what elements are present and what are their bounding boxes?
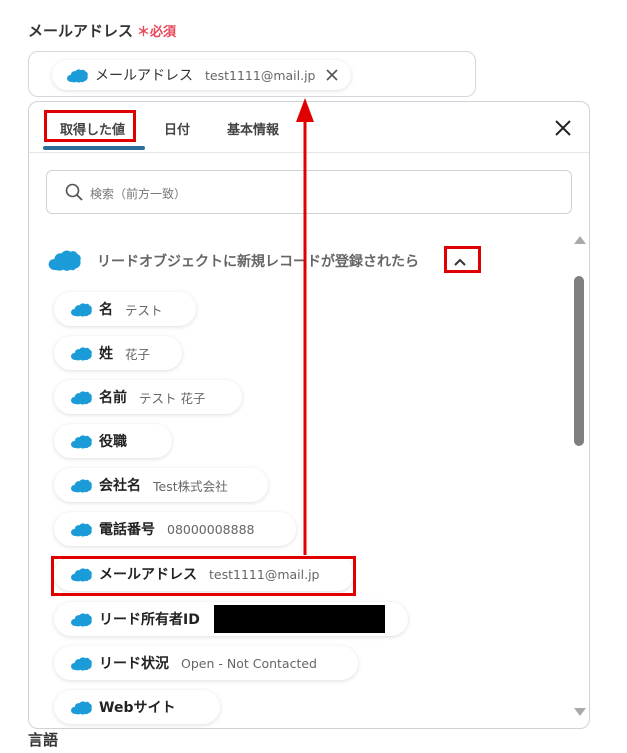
group-header[interactable]: リードオブジェクトに新規レコードが登録されたら <box>47 246 487 276</box>
search-input[interactable]: 検索（前方一致） <box>46 170 572 214</box>
item-key: 姓 <box>99 346 113 362</box>
scrollbar[interactable] <box>570 232 588 720</box>
salesforce-cloud-icon <box>70 612 92 627</box>
chevron-up-icon[interactable] <box>448 254 472 272</box>
item-key: Webサイト <box>99 700 176 716</box>
item-value: 花子 <box>125 346 151 362</box>
search-placeholder: 検索（前方一致） <box>90 187 187 201</box>
item-key: 電話番号 <box>99 522 155 538</box>
salesforce-cloud-icon <box>47 248 81 272</box>
required-text: 必須 <box>150 25 177 40</box>
close-icon[interactable] <box>325 68 339 82</box>
close-icon[interactable] <box>553 118 573 138</box>
item-key: リード所有者ID <box>99 612 200 628</box>
salesforce-cloud-icon <box>70 700 92 715</box>
tab-date[interactable]: 日付 <box>164 119 190 138</box>
item-value: Test株式会社 <box>153 478 228 494</box>
list-item[interactable]: 会社名 Test株式会社 <box>54 468 268 502</box>
value-picker-panel: 取得した値 日付 基本情報 検索（前方一致） リードオブジェクトに新規レコードが… <box>28 101 590 729</box>
salesforce-cloud-icon <box>70 567 92 582</box>
salesforce-cloud-icon <box>70 346 92 361</box>
item-key: 名 <box>99 302 113 318</box>
selected-value-chip[interactable]: メールアドレス test1111@mail.jp <box>52 60 352 90</box>
field-label-text: メールアドレス <box>28 22 134 40</box>
list-item[interactable]: リード状況 Open - Not Contacted <box>54 646 358 680</box>
redacted-value <box>213 605 385 633</box>
item-key: 役職 <box>99 434 127 450</box>
salesforce-cloud-icon <box>70 522 92 537</box>
salesforce-cloud-icon <box>70 656 92 671</box>
salesforce-cloud-icon <box>70 478 92 493</box>
salesforce-cloud-icon <box>66 68 88 83</box>
item-value: Open - Not Contacted <box>181 655 317 671</box>
salesforce-cloud-icon <box>70 434 92 449</box>
tab-bar: 取得した値 日付 基本情報 <box>29 102 589 153</box>
item-key: リード状況 <box>99 656 169 672</box>
tab-basic-info[interactable]: 基本情報 <box>227 119 279 138</box>
list-item[interactable]: 名テスト <box>54 292 196 326</box>
search-icon <box>65 183 83 201</box>
item-value: 08000008888 <box>167 521 255 537</box>
list-item[interactable]: 姓花子 <box>54 336 182 370</box>
salesforce-cloud-icon <box>70 302 92 317</box>
required-mark: ＊ <box>137 25 151 40</box>
item-key: 名前 <box>99 390 127 406</box>
list-item[interactable]: Webサイト <box>54 690 220 724</box>
list-item[interactable]: 役職 <box>54 424 172 458</box>
list-item[interactable]: 電話番号 08000008888 <box>54 512 296 546</box>
salesforce-cloud-icon <box>70 390 92 405</box>
item-key: メールアドレス <box>99 567 197 583</box>
scrollbar-thumb[interactable] <box>574 276 584 446</box>
item-value: test1111@mail.jp <box>209 566 320 582</box>
item-value: テスト 花子 <box>139 390 206 406</box>
list-item[interactable]: リード所有者ID <box>54 602 408 636</box>
item-key: 会社名 <box>99 478 141 494</box>
item-value: テスト <box>125 302 163 318</box>
group-title: リードオブジェクトに新規レコードが登録されたら <box>97 254 419 270</box>
field-label: メールアドレス ＊必須 <box>28 20 176 41</box>
list-item[interactable]: 名前 テスト 花子 <box>54 380 242 414</box>
chip-value: test1111@mail.jp <box>205 67 316 83</box>
list-item[interactable]: メールアドレス test1111@mail.jp <box>54 557 354 591</box>
language-field-label: 言語 <box>28 731 59 749</box>
active-tab-indicator <box>43 146 145 150</box>
chip-key: メールアドレス <box>95 68 193 84</box>
scroll-up-arrow[interactable] <box>574 236 586 244</box>
tab-acquired-values[interactable]: 取得した値 <box>60 119 125 138</box>
scroll-down-arrow[interactable] <box>574 708 586 716</box>
